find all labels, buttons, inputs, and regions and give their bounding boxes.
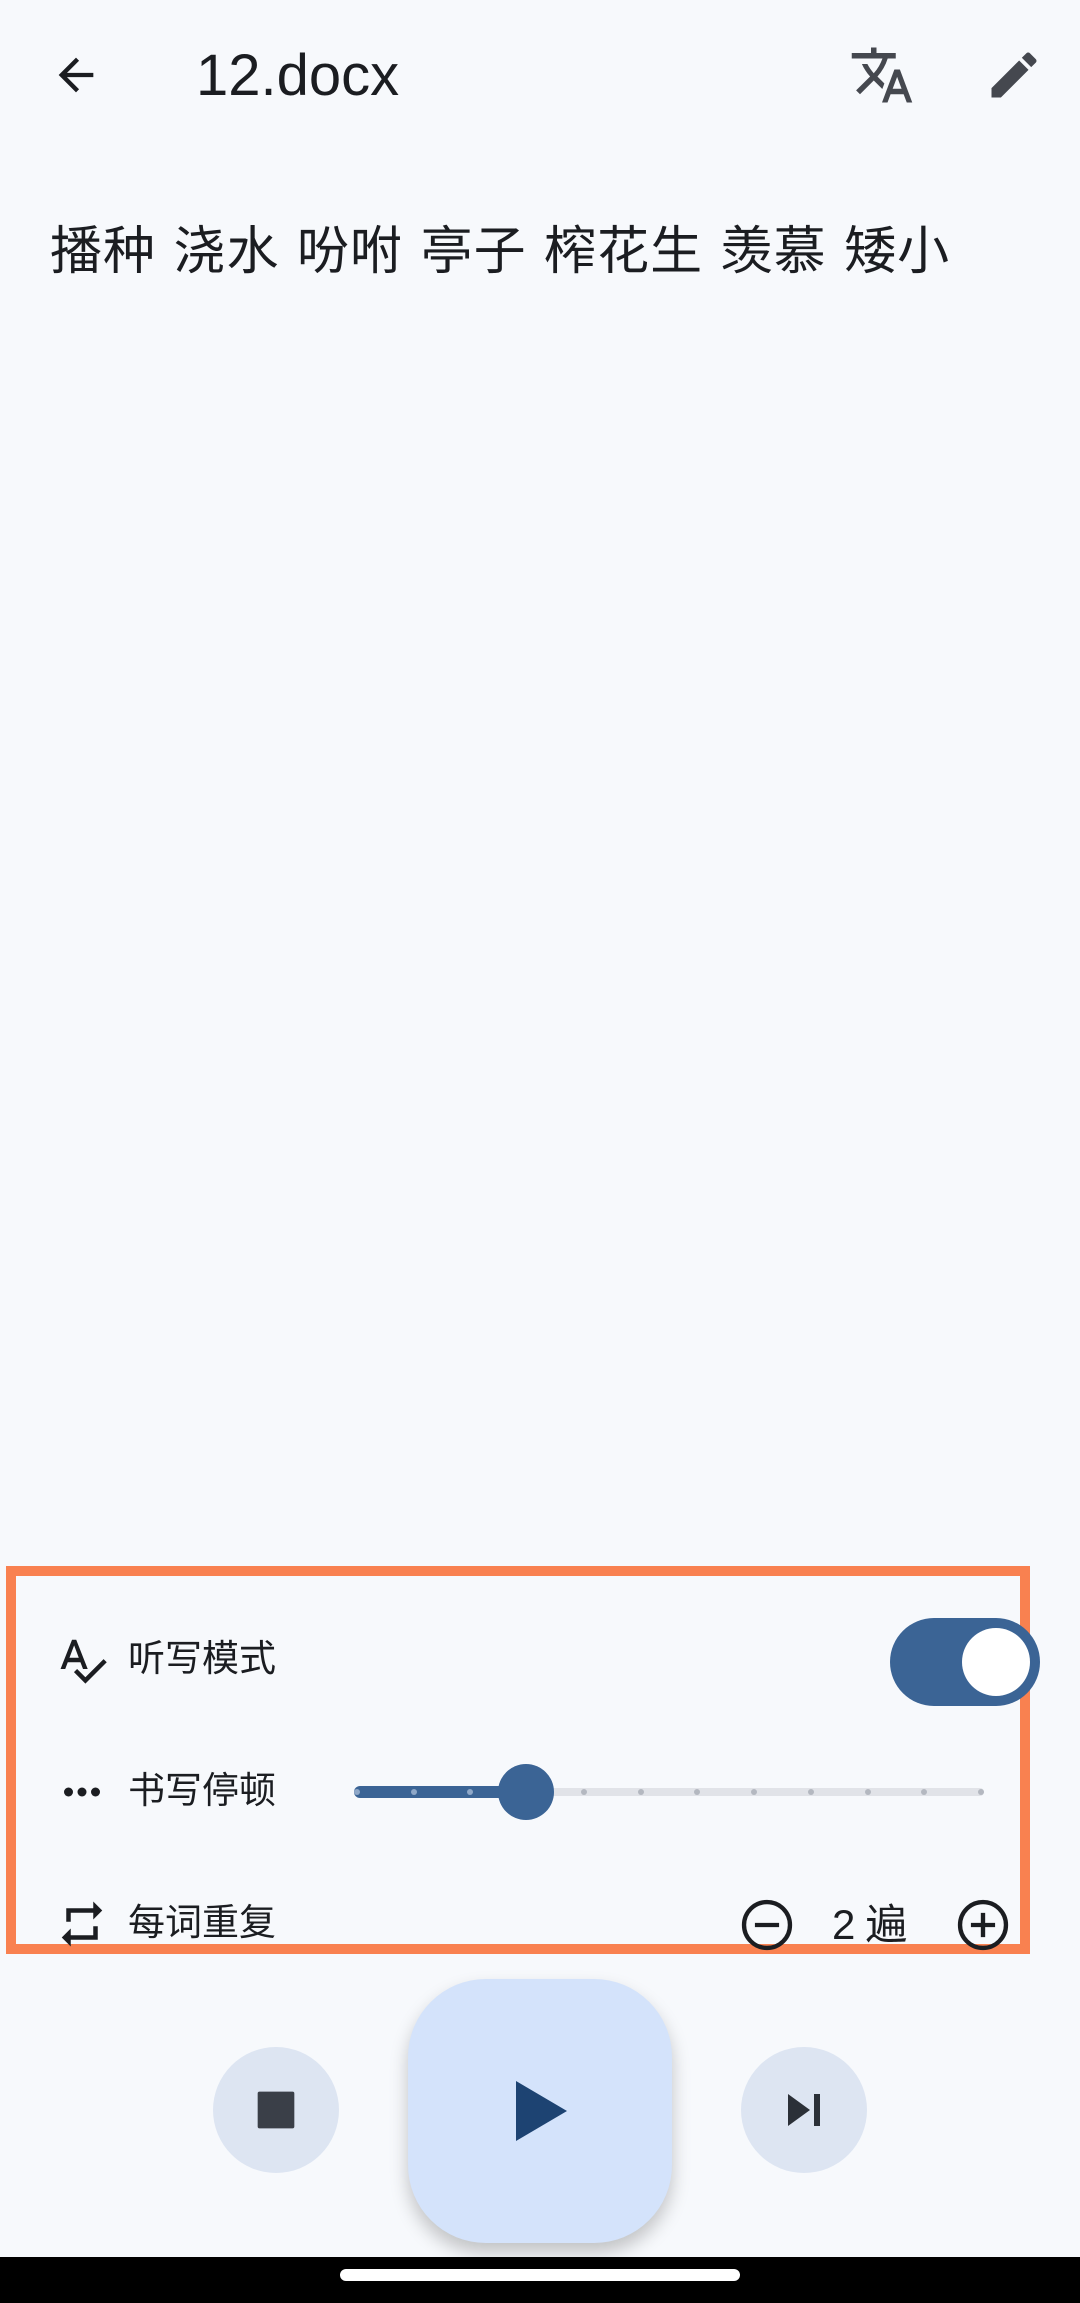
dictation-mode-label: 听写模式	[128, 1637, 276, 1680]
page-title: 12.docx	[196, 43, 400, 108]
home-indicator[interactable]	[340, 2269, 740, 2281]
arrow-back-icon	[58, 57, 94, 93]
writing-pause-row: 书写停顿	[16, 1728, 1020, 1848]
dictation-screen: 12.docx 播种 浇水 吩咐 亭子 榨花生 羡慕 矮小 听写模式 书写停顿 …	[0, 0, 1080, 2303]
repeat-per-word-row: 每词重复 2遍	[16, 1860, 1020, 1980]
play-button[interactable]	[408, 1979, 672, 2243]
dictation-mode-toggle[interactable]	[890, 1618, 1040, 1706]
plus-circle-icon	[957, 1899, 1009, 1951]
stop-button[interactable]	[213, 2047, 339, 2173]
increase-button[interactable]	[954, 1896, 1012, 1954]
slider-step-dot	[807, 1789, 814, 1795]
slider-step-dot	[637, 1789, 644, 1795]
minus-circle-icon	[741, 1899, 793, 1951]
repeat-count-stepper: 2遍	[728, 1888, 1028, 1958]
translate-icon	[851, 47, 913, 103]
more-horiz-icon	[54, 1764, 110, 1820]
repeat-count-unit: 遍	[865, 1900, 908, 1949]
slider-step-dot	[864, 1789, 871, 1795]
writing-pause-label: 书写停顿	[128, 1769, 276, 1812]
repeat-count-number: 2	[832, 1901, 856, 1948]
top-app-bar: 12.docx	[0, 0, 1080, 150]
play-icon	[516, 2081, 567, 2141]
writing-pause-slider[interactable]	[354, 1762, 994, 1822]
toggle-knob	[962, 1628, 1030, 1696]
word-list-text: 播种 浇水 吩咐 亭子 榨花生 羡慕 矮小	[50, 222, 951, 282]
repeat-count-value: 2遍	[832, 1896, 942, 1954]
system-navigation-bar	[0, 2257, 1080, 2303]
stop-icon	[257, 2091, 295, 2129]
repeat-icon	[54, 1896, 110, 1952]
skip-next-icon	[788, 2094, 820, 2126]
slider-step-dot	[354, 1789, 360, 1795]
spellcheck-icon	[54, 1632, 110, 1688]
slider-step-dot	[978, 1789, 984, 1795]
dictation-settings-panel: 听写模式 书写停顿 每词重复 2 遍	[6, 1566, 1040, 1954]
decrease-button[interactable]	[738, 1896, 796, 1954]
edit-pencil-icon	[991, 52, 1037, 98]
slider-step-dot	[580, 1789, 587, 1795]
repeat-per-word-label: 每词重复	[128, 1901, 276, 1944]
playback-controls	[0, 1975, 1080, 2245]
edit-button[interactable]	[966, 27, 1062, 123]
skip-next-button[interactable]	[741, 2047, 867, 2173]
translate-button[interactable]	[834, 27, 930, 123]
back-button[interactable]	[28, 27, 124, 123]
slider-step-dot	[410, 1789, 417, 1795]
dictation-mode-row: 听写模式	[16, 1596, 1040, 1716]
slider-thumb[interactable]	[497, 1764, 554, 1820]
